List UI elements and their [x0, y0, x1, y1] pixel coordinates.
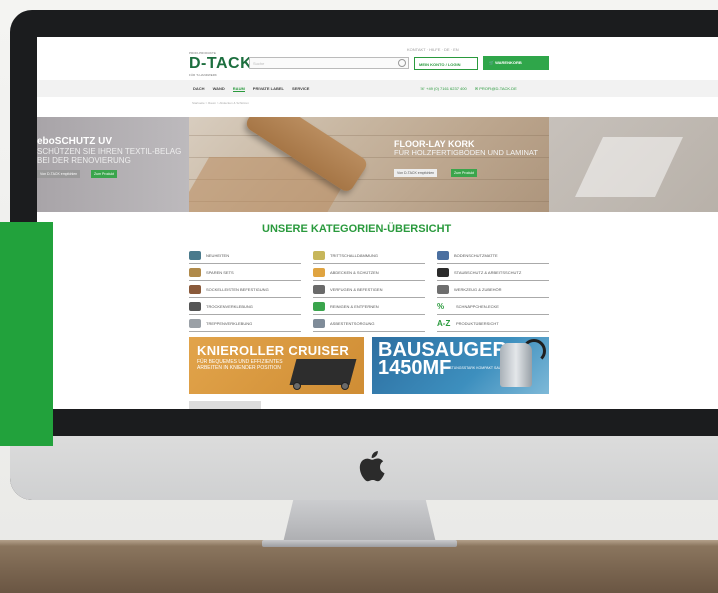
category-label: TROCKENVERKLEBUNG — [206, 303, 253, 309]
category-label: REINIGEN & ENTFERNEN — [330, 303, 379, 309]
banner-main-product-button[interactable]: Zum Produkt — [451, 169, 478, 177]
hero-banner-right[interactable] — [549, 117, 718, 212]
category-thumbnail-icon — [313, 250, 325, 260]
banner-main-recommend-button[interactable]: Von D-TACK empfohlen — [394, 169, 438, 177]
percent-icon: % — [437, 301, 445, 311]
account-login-button[interactable]: MEIN KONTO / LOGIN — [414, 57, 478, 70]
monitor-stand-base — [262, 540, 457, 547]
wheel-icon — [341, 382, 349, 390]
category-label: ABDECKEN & SCHÜTZEN — [330, 269, 379, 275]
category-thumbnail-icon — [189, 301, 201, 311]
category-label: STAUBSCHUTZ & ARBEITSSCHUTZ — [454, 269, 522, 275]
category-item[interactable]: TRITTSCHALLDÄMMUNG — [313, 247, 425, 264]
nav-item-dach[interactable]: DACH — [193, 86, 205, 92]
category-item[interactable]: SPAREN SETS — [189, 264, 301, 281]
search-input[interactable]: Suche — [249, 57, 409, 69]
banner-left-subtitle: SCHÜTZEN SIE IHREN TEXTIL-BELAG BEI DER … — [37, 147, 182, 165]
category-item[interactable]: REINIGEN & ENTFERNEN — [313, 298, 425, 315]
desk — [0, 540, 718, 593]
category-label: SCHNÄPPCHEN-ECKE — [456, 303, 499, 309]
az-icon: A-Z — [437, 318, 451, 328]
category-label: BODENSCHUTZMATTE — [454, 252, 498, 258]
categories-column-2: TRITTSCHALLDÄMMUNG ABDECKEN & SCHÜTZEN VER… — [313, 247, 425, 332]
nav-item-raum[interactable]: RAUM — [232, 86, 245, 92]
promo-bausauger-subtitle: LEISTUNGSSTARK KOMPAKT SAUBER — [444, 366, 509, 370]
category-thumbnail-icon — [437, 267, 449, 277]
categories-column-3: BODENSCHUTZMATTE STAUBSCHUTZ & ARBEITSSCH… — [437, 247, 549, 332]
category-thumbnail-icon — [189, 250, 201, 260]
category-item[interactable]: STAUBSCHUTZ & ARBEITSSCHUTZ — [437, 264, 549, 281]
category-label: TRITTSCHALLDÄMMUNG — [330, 252, 379, 258]
category-item[interactable]: SOCKELLEISTEN BEFESTIGUNG — [189, 281, 301, 298]
email-link[interactable]: ✉ PROFI@D-TACK.DE — [475, 86, 517, 91]
category-item[interactable]: NEUHEITEN — [189, 247, 301, 264]
apple-logo-icon — [359, 451, 385, 482]
search-icon[interactable] — [398, 59, 406, 67]
promo-bausauger[interactable]: BAUSAUGER 1450MF LEISTUNGSSTARK KOMPAKT … — [372, 337, 549, 394]
hero-banner-main[interactable]: FLOOR-LAY KORK FÜR HOLZFERTIGBÖDEN UND L… — [189, 117, 549, 212]
floor-plank-line — [189, 135, 549, 136]
category-label: SOCKELLEISTEN BEFESTIGUNG — [206, 286, 269, 292]
category-thumbnail-icon — [313, 267, 325, 277]
monitor-screen: KONTAKT · HILFE · DE · EN PROFI-PRODUKTE… — [37, 37, 718, 409]
wheel-icon — [293, 382, 301, 390]
banner-left-recommend-button[interactable]: Von D-TACK empfohlen — [37, 170, 81, 178]
category-label: WERKZEUG & ZUBEHÖR — [454, 286, 502, 292]
cart-label: WARENKORB — [495, 60, 522, 65]
category-label: VERFUGEN & BEFESTIGEN — [330, 286, 383, 292]
category-thumbnail-icon — [437, 250, 449, 260]
category-thumbnail-icon — [189, 318, 201, 328]
promo-bausauger-title: BAUSAUGER 1450MF — [378, 339, 507, 379]
categories-title: UNSERE KATEGORIEN-ÜBERSICHT — [262, 223, 452, 235]
category-item[interactable]: TREPPENVERKLEBUNG — [189, 315, 301, 332]
nav-item-wand[interactable]: WAND — [213, 86, 225, 92]
breadcrumb[interactable]: Startseite > Raum > Abdecken & Schützen — [192, 101, 249, 105]
top-links[interactable]: KONTAKT · HILFE · DE · EN — [407, 47, 459, 52]
promo-knieroller[interactable]: KNIEROLLER CRUISER FÜR BEQUEMES UND EFFI… — [189, 337, 364, 394]
nav-item-service[interactable]: SERVICE — [292, 86, 310, 92]
search-placeholder: Suche — [253, 61, 265, 66]
floor-mat-image — [575, 137, 683, 197]
category-item[interactable]: A-Z PRODUKTÜBERSICHT — [437, 315, 549, 332]
knee-roller-image — [289, 359, 357, 385]
category-item[interactable]: % SCHNÄPPCHEN-ECKE — [437, 298, 549, 315]
category-item[interactable]: VERFUGEN & BEFESTIGEN — [313, 281, 425, 298]
category-thumbnail-icon — [313, 318, 325, 328]
category-thumbnail-icon — [313, 301, 325, 311]
phone-link[interactable]: ☏ +49 (0) 7161 6237 400 — [420, 86, 467, 91]
category-thumbnail-icon — [437, 284, 449, 294]
nav-item-private-label[interactable]: PRIVATE LABEL — [253, 86, 284, 92]
promo-knieroller-subtitle: FÜR BEQUEMES UND EFFIZIENTES ARBEITEN IN… — [197, 359, 283, 371]
category-item[interactable]: WERKZEUG & ZUBEHÖR — [437, 281, 549, 298]
category-thumbnail-icon — [189, 267, 201, 277]
cart-button[interactable]: 🛒 WARENKORB — [483, 56, 549, 70]
categories-column-1: NEUHEITEN SPAREN SETS SOCKELLEISTEN BEFEST… — [189, 247, 301, 332]
vacuum-image — [500, 343, 532, 387]
footer-placeholder — [189, 401, 261, 409]
category-item[interactable]: BODENSCHUTZMATTE — [437, 247, 549, 264]
category-thumbnail-icon — [189, 284, 201, 294]
banner-left-title: eboSCHUTZ UV — [37, 136, 112, 147]
category-item[interactable]: TROCKENVERKLEBUNG — [189, 298, 301, 315]
category-label: PRODUKTÜBERSICHT — [456, 320, 499, 326]
green-accent-panel — [0, 222, 53, 446]
promo-knieroller-title: KNIEROLLER CRUISER — [197, 343, 350, 358]
site-logo[interactable]: PROFI-PRODUKTE D-TACK FÜR 'S HANDWERK — [189, 51, 252, 77]
category-label: NEUHEITEN — [206, 252, 230, 258]
category-item[interactable]: ASBESTENTSORGUNG — [313, 315, 425, 332]
main-navigation: DACH WAND RAUM PRIVATE LABEL SERVICE ☏ +… — [37, 80, 718, 97]
hero-banner-left[interactable]: eboSCHUTZ UV SCHÜTZEN SIE IHREN TEXTIL-B… — [37, 117, 189, 212]
banner-left-product-button[interactable]: Zum Produkt — [91, 170, 118, 178]
logo-tagline-bottom: FÜR 'S HANDWERK — [189, 73, 217, 77]
category-label: ASBESTENTSORGUNG — [330, 320, 375, 326]
logo-text: D-TACK — [189, 55, 253, 72]
banner-main-subtitle: FÜR HOLZFERTIGBÖDEN UND LAMINAT — [394, 148, 538, 157]
category-thumbnail-icon — [313, 284, 325, 294]
category-label: TREPPENVERKLEBUNG — [206, 320, 253, 326]
category-item[interactable]: ABDECKEN & SCHÜTZEN — [313, 264, 425, 281]
category-label: SPAREN SETS — [206, 269, 234, 275]
